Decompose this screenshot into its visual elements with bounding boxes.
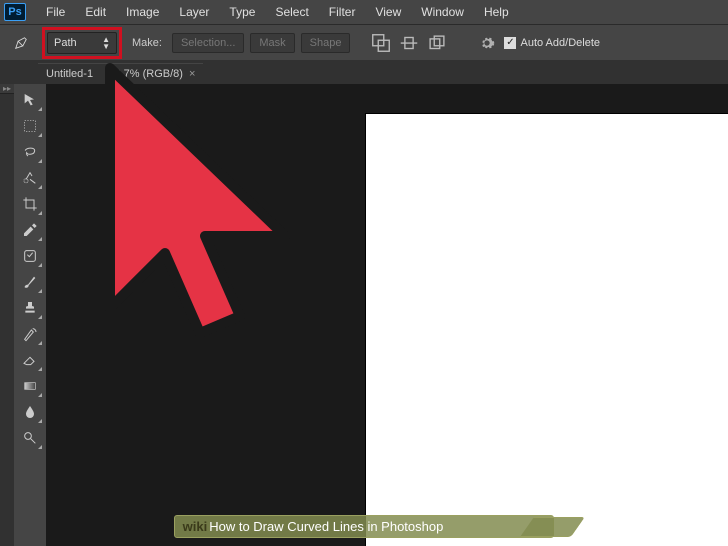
- menu-type[interactable]: Type: [219, 5, 265, 19]
- path-arrange-icon[interactable]: [426, 33, 448, 53]
- path-ops-combine-icon[interactable]: [370, 33, 392, 53]
- eraser-tool[interactable]: [17, 348, 43, 372]
- checkmark-icon: ✓: [504, 37, 516, 49]
- quick-select-tool[interactable]: [17, 166, 43, 190]
- menu-window[interactable]: Window: [411, 5, 474, 19]
- active-tool-indicator[interactable]: [6, 31, 36, 55]
- panel-rail[interactable]: ▸▸: [0, 84, 14, 546]
- menu-view[interactable]: View: [365, 5, 411, 19]
- menu-filter[interactable]: Filter: [319, 5, 366, 19]
- tools-panel: [14, 84, 46, 546]
- crop-tool[interactable]: [17, 192, 43, 216]
- auto-add-delete-label: Auto Add/Delete: [520, 37, 600, 49]
- app-logo: Ps: [4, 3, 26, 21]
- stamp-tool[interactable]: [17, 296, 43, 320]
- auto-add-delete-checkbox[interactable]: ✓ Auto Add/Delete: [504, 37, 600, 49]
- document-canvas[interactable]: [366, 114, 728, 546]
- tool-mode-dropdown[interactable]: Path ▲▼: [47, 32, 117, 54]
- lasso-tool[interactable]: [17, 140, 43, 164]
- healing-brush-tool[interactable]: [17, 244, 43, 268]
- menu-edit[interactable]: Edit: [75, 5, 116, 19]
- canvas-area[interactable]: [46, 84, 728, 546]
- make-shape-button[interactable]: Shape: [301, 33, 351, 53]
- workspace: ▸▸: [0, 84, 728, 546]
- eyedropper-tool[interactable]: [17, 218, 43, 242]
- close-tab-icon[interactable]: ×: [189, 68, 195, 80]
- document-tab-label: Untitled-1 6.7% (RGB/8): [46, 68, 183, 80]
- make-label: Make:: [132, 37, 162, 49]
- menu-select[interactable]: Select: [265, 5, 318, 19]
- settings-button[interactable]: [476, 33, 498, 53]
- pen-icon: [14, 36, 28, 50]
- tool-mode-value: Path: [54, 37, 77, 49]
- highlight-box: Path ▲▼: [42, 27, 122, 59]
- marquee-tool[interactable]: [17, 114, 43, 138]
- make-selection-button[interactable]: Selection...: [172, 33, 244, 53]
- blur-tool[interactable]: [17, 400, 43, 424]
- move-tool[interactable]: [17, 88, 43, 112]
- history-brush-tool[interactable]: [17, 322, 43, 346]
- path-align-icon[interactable]: [398, 33, 420, 53]
- document-tab[interactable]: Untitled-1 6.7% (RGB/8) ×: [38, 63, 203, 84]
- options-bar: Path ▲▼ Make: Selection... Mask Shape ✓ …: [0, 24, 728, 60]
- gradient-tool[interactable]: [17, 374, 43, 398]
- dropdown-arrows-icon: ▲▼: [102, 36, 110, 50]
- make-mask-button[interactable]: Mask: [250, 33, 294, 53]
- dodge-tool[interactable]: [17, 426, 43, 450]
- brush-tool[interactable]: [17, 270, 43, 294]
- document-tab-bar: Untitled-1 6.7% (RGB/8) ×: [0, 60, 728, 84]
- menu-layer[interactable]: Layer: [169, 5, 219, 19]
- menu-file[interactable]: File: [36, 5, 75, 19]
- menu-bar: Ps File Edit Image Layer Type Select Fil…: [0, 0, 728, 24]
- rail-grip-icon: ▸▸: [0, 84, 14, 94]
- gear-icon: [479, 35, 495, 51]
- menu-image[interactable]: Image: [116, 5, 169, 19]
- menu-help[interactable]: Help: [474, 5, 519, 19]
